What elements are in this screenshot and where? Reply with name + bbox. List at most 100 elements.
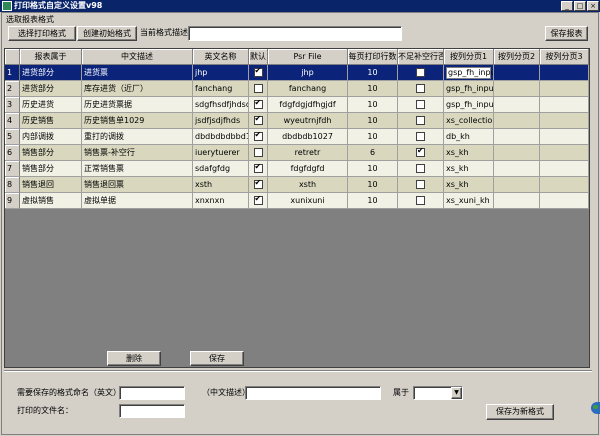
checkbox[interactable]	[416, 196, 425, 205]
cell-default[interactable]	[249, 177, 268, 193]
cell-page-by-col-2[interactable]	[494, 161, 540, 177]
cell-psr-file[interactable]: wyeutrnjfdh	[268, 113, 348, 129]
col-header-default[interactable]: 默认	[249, 49, 268, 65]
cell-chinese-desc[interactable]: 历史销售单1029	[82, 113, 193, 129]
close-button[interactable]: ×	[587, 1, 599, 11]
cell-page-by-col-2[interactable]	[494, 177, 540, 193]
cell-lines-per-page[interactable]: 10	[348, 97, 398, 113]
cell-lines-per-page[interactable]: 10	[348, 161, 398, 177]
cell-report-belongs[interactable]: 内部调拨	[20, 129, 82, 145]
cell-english-name[interactable]: xsth	[193, 177, 249, 193]
cell-page-by-col-3[interactable]	[540, 113, 589, 129]
cell-page-by-col-1[interactable]: xs_kh	[444, 145, 494, 161]
cell-page-by-col-1[interactable]: xs_xuni_kh	[444, 193, 494, 209]
cell-psr-file[interactable]: retretr	[268, 145, 348, 161]
col-header-page-by-col-1[interactable]: 按列分页1	[444, 49, 494, 65]
row-number[interactable]: 7	[5, 161, 20, 177]
cell-psr-file[interactable]: fdgfdgjdfhgjdf	[268, 97, 348, 113]
col-header-psr-file[interactable]: Psr File	[268, 49, 348, 65]
cell-page-by-col-2[interactable]	[494, 145, 540, 161]
cell-psr-file[interactable]: fanchang	[268, 81, 348, 97]
cell-chinese-desc[interactable]: 虚拟单据	[82, 193, 193, 209]
cell-lines-per-page[interactable]: 10	[348, 177, 398, 193]
cell-psr-file[interactable]: xunixuni	[268, 193, 348, 209]
checkbox[interactable]	[416, 164, 425, 173]
table-row[interactable]: 7销售部分正常销售票sdafgfdg fdgfdgfd10 xs_kh	[5, 161, 589, 177]
cell-default[interactable]	[249, 65, 268, 81]
row-number[interactable]: 4	[5, 113, 20, 129]
col-header-report-belongs[interactable]: 报表属于	[20, 49, 82, 65]
cell-lines-per-page[interactable]: 10	[348, 81, 398, 97]
cell-page-by-col-1[interactable]: xs_kh	[444, 161, 494, 177]
current-format-desc-field[interactable]	[188, 26, 402, 41]
checkbox[interactable]	[416, 100, 425, 109]
checkbox[interactable]	[253, 178, 263, 189]
col-header-english-name[interactable]: 英文名称	[193, 49, 249, 65]
chinese-desc-field[interactable]	[245, 386, 381, 400]
checkbox[interactable]	[416, 132, 425, 141]
table-row[interactable]: 8销售退回销售退回票xsthxsth10xs_kh	[5, 177, 589, 193]
cell-default[interactable]	[249, 97, 268, 113]
cell-psr-file[interactable]: xsth	[268, 177, 348, 193]
cell-fill-blank[interactable]	[398, 81, 444, 97]
cell-page-by-col-1[interactable]: db_kh	[444, 129, 494, 145]
cell-page-by-col-2[interactable]	[494, 81, 540, 97]
cell-psr-file[interactable]: fdgfdgfd	[268, 161, 348, 177]
cell-chinese-desc[interactable]: 历史进货票据	[82, 97, 193, 113]
checkbox[interactable]	[253, 148, 263, 157]
cell-page-by-col-3[interactable]	[540, 129, 589, 145]
cell-fill-blank[interactable]	[398, 129, 444, 145]
table-row[interactable]: 1进货部分进货票jhpjhp10gsp_fh_input_f	[5, 65, 589, 81]
checkbox[interactable]	[253, 98, 263, 109]
cell-page-by-col-3[interactable]	[540, 161, 589, 177]
cell-chinese-desc[interactable]: 销售退回票	[82, 177, 193, 193]
cell-page-by-col-2[interactable]	[494, 65, 540, 81]
checkbox[interactable]	[416, 84, 425, 93]
cell-fill-blank[interactable]	[398, 97, 444, 113]
cell-fill-blank[interactable]	[398, 113, 444, 129]
cell-chinese-desc[interactable]: 进货票	[82, 65, 193, 81]
cell-default[interactable]	[249, 145, 268, 161]
checkbox[interactable]	[253, 114, 263, 125]
cell-page-by-col-2[interactable]	[494, 193, 540, 209]
cell-page-by-col-3[interactable]	[540, 97, 589, 113]
cell-lines-per-page[interactable]: 10	[348, 65, 398, 81]
cell-chinese-desc[interactable]: 正常销售票	[82, 161, 193, 177]
cell-english-name[interactable]: sdgfhsdfjhdsdsf	[193, 97, 249, 113]
cell-fill-blank[interactable]	[398, 65, 444, 81]
cell-page-by-col-2[interactable]	[494, 113, 540, 129]
cell-page-by-col-3[interactable]	[540, 145, 589, 161]
cell-page-by-col-3[interactable]	[540, 193, 589, 209]
cell-default[interactable]	[249, 129, 268, 145]
cell-english-name[interactable]: xnxnxn	[193, 193, 249, 209]
cell-report-belongs[interactable]: 历史进货	[20, 97, 82, 113]
cell-chinese-desc[interactable]: 重打的调拨	[82, 129, 193, 145]
cell-psr-file[interactable]: dbdbdb1027	[268, 129, 348, 145]
col-header-page-by-col-3[interactable]: 按列分页3	[540, 49, 589, 65]
cell-page-by-col-1[interactable]: gsp_fh_input_f	[444, 97, 494, 113]
table-row[interactable]: 2 进货部分 库存进货（近厂） fanchang fanchang 10 gsp_fh_in…	[5, 81, 589, 97]
table-row[interactable]: 9虚拟销售虚拟单据xnxnxn xunixuni10 xs_xuni_kh	[5, 193, 589, 209]
row-number[interactable]: 1	[5, 65, 20, 81]
checkbox[interactable]	[253, 162, 263, 173]
cell-default[interactable]	[249, 81, 268, 97]
cell-lines-per-page[interactable]: 6	[348, 145, 398, 161]
checkbox[interactable]	[253, 130, 263, 141]
cell-report-belongs[interactable]: 进货部分	[20, 81, 82, 97]
chevron-down-icon[interactable]: ▼	[451, 387, 462, 399]
format-table[interactable]: 报表属于 中文描述 英文名称 默认 Psr File 每页打印行数 不足补空行否…	[4, 48, 590, 368]
cell-fill-blank[interactable]	[398, 161, 444, 177]
col-header-chinese-desc[interactable]: 中文描述	[82, 49, 193, 65]
cell-report-belongs[interactable]: 进货部分	[20, 65, 82, 81]
row-number[interactable]: 3	[5, 97, 20, 113]
cell-chinese-desc[interactable]: 销售票-补空行	[82, 145, 193, 161]
save-as-new-format-button[interactable]: 保存为新格式	[486, 404, 554, 420]
select-print-format-button[interactable]: 选择打印格式	[8, 26, 76, 41]
cell-fill-blank[interactable]	[398, 145, 444, 161]
cell-english-name[interactable]: jsdfjsdjfhds	[193, 113, 249, 129]
table-row[interactable]: 3历史进货历史进货票据sdgfhsdfjhdsdsf fdgfdgjdfhgjdf…	[5, 97, 589, 113]
cell-chinese-desc[interactable]: 库存进货（近厂）	[82, 81, 193, 97]
cell-editor[interactable]: gsp_fh_input_f	[446, 67, 493, 79]
cell-page-by-col-1[interactable]: gsp_fh_input_f	[444, 65, 494, 81]
cell-report-belongs[interactable]: 历史销售	[20, 113, 82, 129]
